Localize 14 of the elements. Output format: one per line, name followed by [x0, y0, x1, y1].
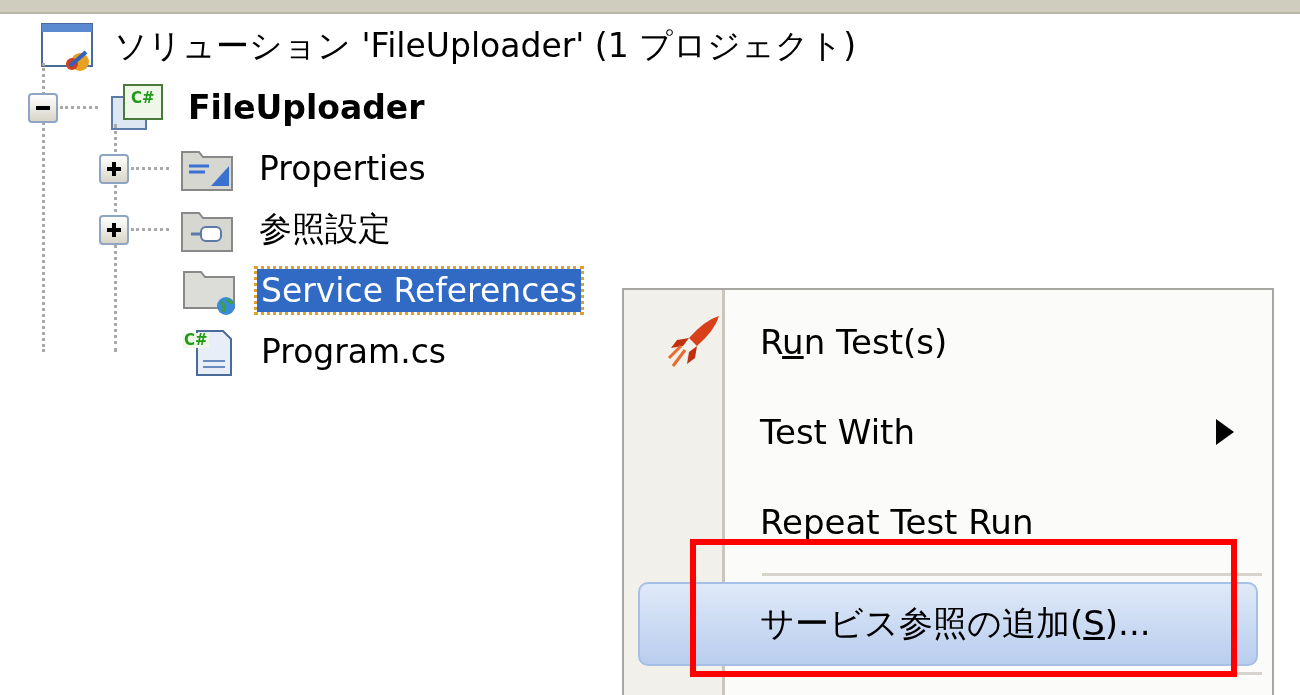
menu-item[interactable]: Test With — [638, 387, 1258, 477]
tree-item[interactable]: Service References — [257, 269, 581, 312]
tree-item[interactable]: 参照設定 — [255, 205, 395, 254]
menu-item[interactable]: Run Test(s) — [638, 297, 1258, 387]
menu-item[interactable]: Repeat Test Run — [638, 477, 1258, 567]
tree-item[interactable]: FileUploader — [184, 86, 429, 129]
menu-item[interactable]: サービス参照の追加(S)... — [638, 582, 1258, 666]
tree-item[interactable]: Program.cs — [257, 330, 451, 373]
tree-item[interactable]: ソリューション 'FileUploader' (1 プロジェクト) — [110, 22, 861, 71]
csharp-badge: C# — [183, 332, 209, 348]
tree-item[interactable]: Properties — [255, 147, 430, 190]
expand-button[interactable] — [99, 153, 129, 184]
collapse-button[interactable] — [28, 92, 58, 123]
expand-button[interactable] — [99, 214, 129, 245]
